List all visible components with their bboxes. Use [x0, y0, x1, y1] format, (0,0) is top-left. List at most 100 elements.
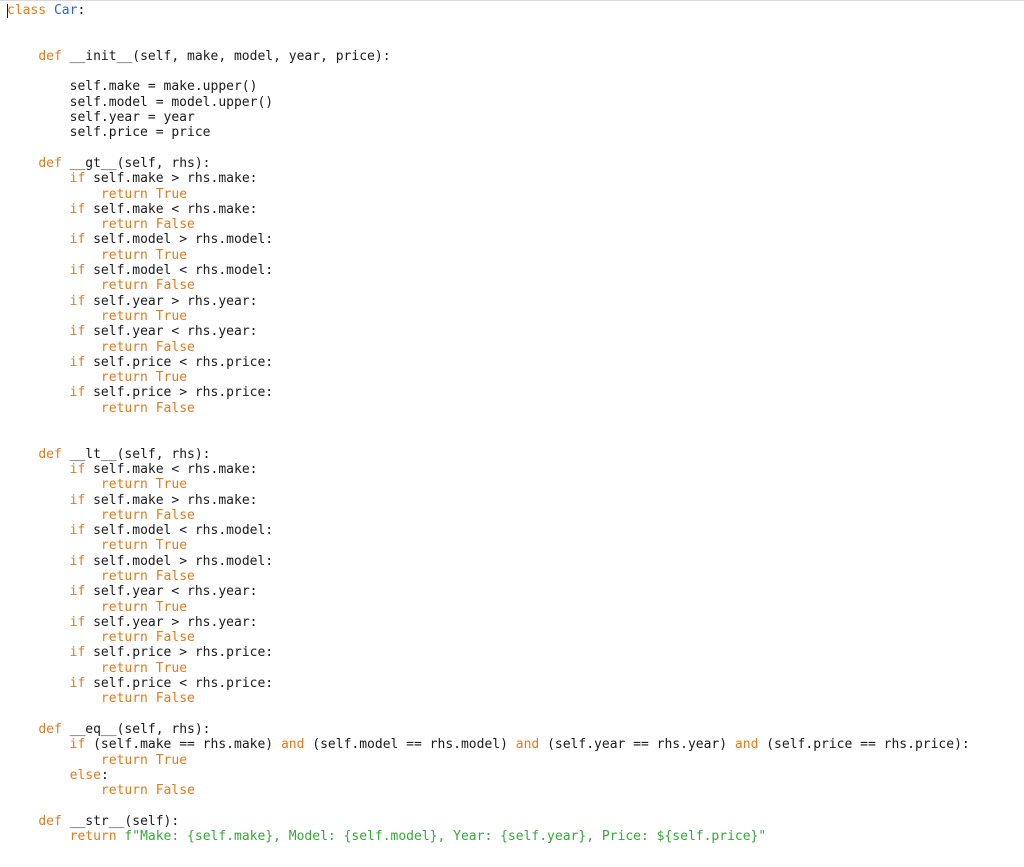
code-line[interactable]	[7, 141, 970, 156]
code-line[interactable]: def __str__(self):	[7, 814, 970, 829]
keyword-token: def	[38, 721, 62, 737]
code-line[interactable]: return True	[7, 309, 970, 324]
code-line[interactable]: return False	[7, 340, 970, 355]
code-line[interactable]: if self.year > rhs.year:	[7, 294, 970, 309]
code-line[interactable]: return False	[7, 783, 970, 798]
code-token: self.price > rhs.price:	[85, 645, 274, 661]
code-line[interactable]: if (self.make == rhs.make) and (self.mod…	[7, 737, 970, 752]
code-line[interactable]: return True	[7, 187, 970, 202]
code-line[interactable]: return True	[7, 600, 970, 615]
keyword-token: if	[69, 232, 86, 248]
keyword-token: if	[69, 492, 86, 508]
code-line[interactable]: if self.year > rhs.year:	[7, 615, 970, 630]
code-line[interactable]: if self.price > rhs.price:	[7, 645, 970, 660]
code-line[interactable]	[7, 707, 970, 722]
keyword-token: return True	[100, 599, 188, 615]
code-line[interactable]: if self.model < rhs.model:	[7, 523, 970, 538]
keyword-token: return True	[100, 538, 188, 554]
code-line[interactable]: def __gt__(self, rhs):	[7, 156, 970, 171]
code-line[interactable]: if self.make < rhs.make:	[7, 462, 970, 477]
code-line[interactable]: return True	[7, 661, 970, 676]
code-line[interactable]: self.make = make.upper()	[7, 79, 970, 94]
code-line[interactable]: if self.year < rhs.year:	[7, 324, 970, 339]
code-line[interactable]: if self.year < rhs.year:	[7, 584, 970, 599]
code-line[interactable]: if self.price < rhs.price:	[7, 355, 970, 370]
code-line[interactable]: return True	[7, 248, 970, 263]
keyword-token: if	[69, 676, 86, 692]
code-line[interactable]: return False	[7, 630, 970, 645]
code-line[interactable]: self.model = model.upper()	[7, 95, 970, 110]
keyword-token: return True	[100, 477, 188, 493]
keyword-token: return True	[100, 247, 188, 263]
keyword-token: return True	[100, 660, 188, 676]
code-line[interactable]	[7, 34, 970, 49]
code-line[interactable]: return False	[7, 217, 970, 232]
keyword-token: def	[38, 48, 62, 64]
code-token: self.make < rhs.make:	[85, 201, 258, 217]
code-line[interactable]: return True	[7, 753, 970, 768]
code-line[interactable]: if self.model < rhs.model:	[7, 263, 970, 278]
code-token: self.model > rhs.model:	[85, 232, 274, 248]
code-line[interactable]: if self.make < rhs.make:	[7, 202, 970, 217]
code-line[interactable]: if self.model > rhs.model:	[7, 554, 970, 569]
code-line[interactable]: def __init__(self, make, model, year, pr…	[7, 49, 970, 64]
keyword-token: return False	[100, 691, 195, 707]
code-line[interactable]: return True	[7, 370, 970, 385]
code-line[interactable]: class Car:	[7, 3, 970, 18]
code-line[interactable]: return False	[7, 278, 970, 293]
keyword-token: return False	[100, 278, 195, 294]
code-token: __str__(self):	[61, 813, 180, 829]
code-token: self.make > rhs.make:	[85, 492, 258, 508]
keyword-token: if	[69, 645, 86, 661]
keyword-token: def	[38, 155, 62, 171]
keyword-token: if	[69, 614, 86, 630]
code-token: __gt__(self, rhs):	[61, 155, 211, 171]
code-line[interactable]	[7, 64, 970, 79]
keyword-token: if	[69, 354, 86, 370]
code-line[interactable]: if self.price > rhs.price:	[7, 385, 970, 400]
keyword-token: return True	[100, 752, 188, 768]
code-line[interactable]: return False	[7, 401, 970, 416]
code-line[interactable]: self.year = year	[7, 110, 970, 125]
code-line[interactable]: if self.make > rhs.make:	[7, 171, 970, 186]
code-line[interactable]: def __lt__(self, rhs):	[7, 447, 970, 462]
code-line[interactable]: return f"Make: {self.make}, Model: {self…	[7, 829, 970, 844]
code-line[interactable]	[7, 18, 970, 33]
code-token: self.make = make.upper()	[7, 79, 258, 95]
code-line[interactable]: return False	[7, 569, 970, 584]
keyword-token: def	[38, 813, 62, 829]
code-line[interactable]: def __eq__(self, rhs):	[7, 722, 970, 737]
code-line[interactable]: else:	[7, 768, 970, 783]
code-line[interactable]: if self.price < rhs.price:	[7, 676, 970, 691]
code-line[interactable]: return False	[7, 508, 970, 523]
code-line[interactable]	[7, 416, 970, 431]
keyword-token: if	[69, 737, 86, 753]
code-line[interactable]: self.price = price	[7, 125, 970, 140]
code-line[interactable]: if self.make > rhs.make:	[7, 493, 970, 508]
code-line[interactable]: if self.model > rhs.model:	[7, 232, 970, 247]
code-line[interactable]	[7, 798, 970, 813]
code-line[interactable]: return True	[7, 477, 970, 492]
code-editor[interactable]: class Car: def __init__(self, make, mode…	[0, 0, 1024, 867]
code-line[interactable]: return False	[7, 691, 970, 706]
code-line[interactable]: return True	[7, 538, 970, 553]
keyword-token: return	[69, 829, 117, 845]
keyword-token: return True	[100, 308, 188, 324]
code-content[interactable]: class Car: def __init__(self, make, mode…	[7, 3, 970, 844]
code-line[interactable]	[7, 431, 970, 446]
